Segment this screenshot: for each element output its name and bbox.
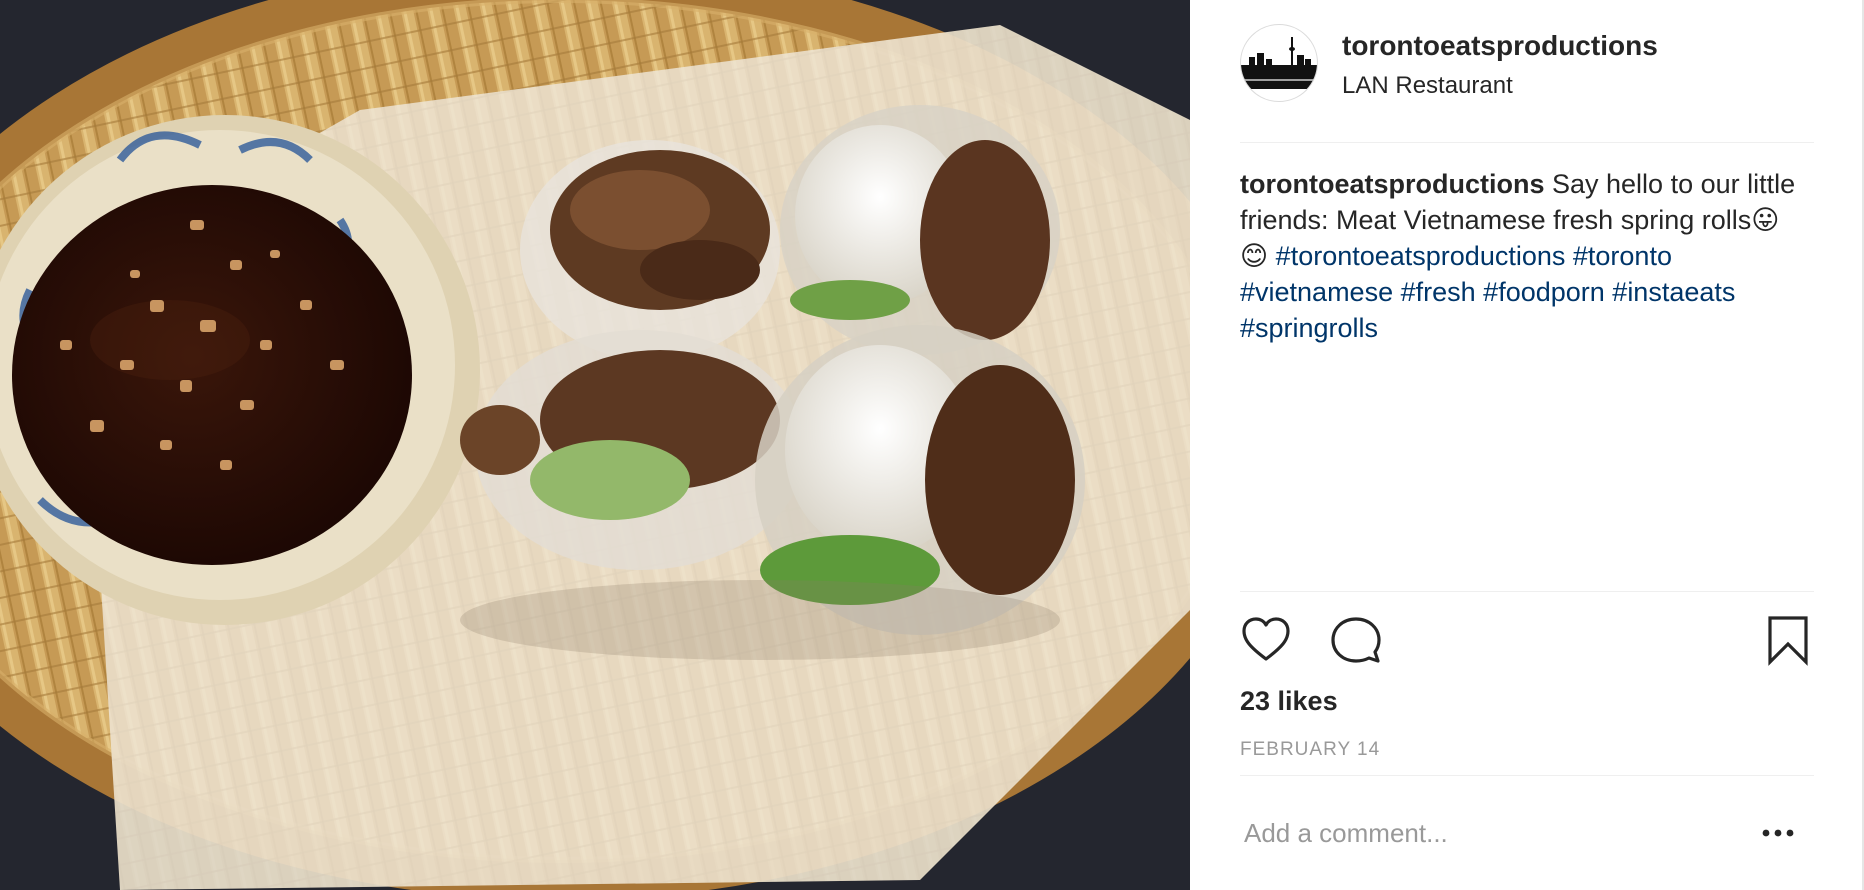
post-location[interactable]: LAN Restaurant xyxy=(1342,72,1513,100)
heart-icon[interactable] xyxy=(1240,614,1292,666)
likes-count[interactable]: 23 likes xyxy=(1240,686,1338,717)
bookmark-icon[interactable] xyxy=(1762,614,1814,666)
caption-username[interactable]: torontoeatsproductions xyxy=(1240,169,1545,199)
hashtag-link[interactable]: #instaeats xyxy=(1612,277,1735,307)
post-header: torontoeatsproductions LAN Restaurant xyxy=(1240,22,1814,143)
divider xyxy=(1240,775,1814,776)
toronto-skyline-logo xyxy=(1241,37,1317,89)
comment-input[interactable] xyxy=(1240,808,1728,858)
hashtag-link[interactable]: #foodporn xyxy=(1483,277,1605,307)
post-date[interactable]: FEBRUARY 14 xyxy=(1240,739,1380,761)
spring-rolls-photo xyxy=(0,0,1190,890)
hashtag-link[interactable]: #springrolls xyxy=(1240,313,1378,343)
ellipsis-icon[interactable] xyxy=(1750,818,1806,848)
hashtag-link[interactable]: #torontoeatsproductions xyxy=(1276,241,1566,271)
post-username[interactable]: torontoeatsproductions xyxy=(1342,30,1658,62)
avatar[interactable] xyxy=(1240,24,1318,102)
hashtag-link[interactable]: #vietnamese xyxy=(1240,277,1393,307)
post-caption: torontoeatsproductions Say hello to our … xyxy=(1240,166,1814,346)
divider xyxy=(1240,591,1814,592)
post-photo[interactable] xyxy=(0,0,1190,890)
post-details-panel: torontoeatsproductions LAN Restaurant to… xyxy=(1190,0,1864,890)
hashtag-link[interactable]: #fresh xyxy=(1401,277,1476,307)
speech-bubble-icon[interactable] xyxy=(1330,614,1382,666)
hashtag-link[interactable]: #toronto xyxy=(1573,241,1672,271)
